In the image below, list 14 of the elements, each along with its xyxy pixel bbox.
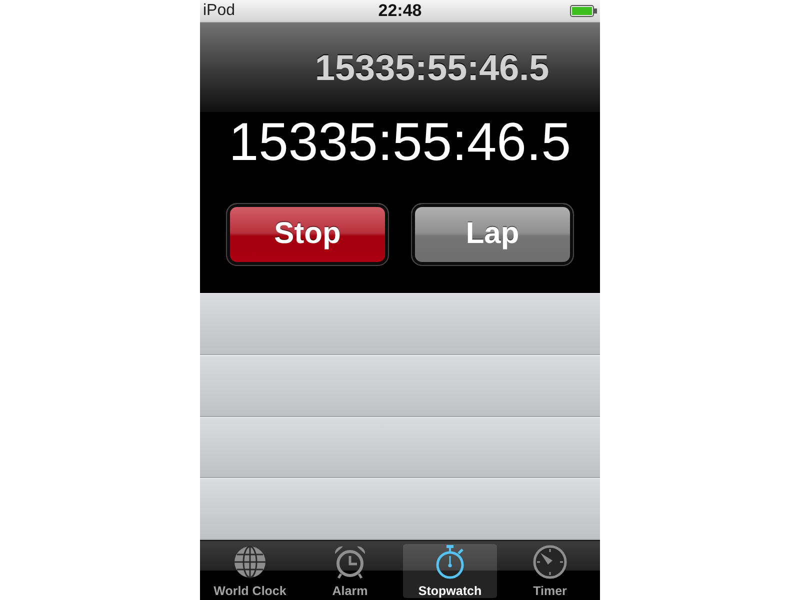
- stop-button[interactable]: Stop: [226, 202, 389, 266]
- tab-button[interactable]: World Clock: [203, 544, 297, 598]
- status-time: 22:48: [378, 2, 422, 20]
- device-name: iPod: [203, 2, 236, 20]
- tab-button[interactable]: Stopwatch: [403, 544, 497, 598]
- tab-button[interactable]: Timer: [503, 544, 597, 598]
- lap-button[interactable]: Lap: [411, 202, 574, 266]
- battery-icon: [570, 5, 597, 17]
- elapsed-time: 15335:55:46.5: [228, 116, 572, 170]
- header-time: 15335:55:46.5: [315, 50, 550, 86]
- alarm-clock-icon: [333, 545, 367, 579]
- tab-button[interactable]: Alarm: [303, 544, 397, 598]
- globe-icon: [233, 545, 267, 579]
- gauge-icon: [533, 545, 567, 579]
